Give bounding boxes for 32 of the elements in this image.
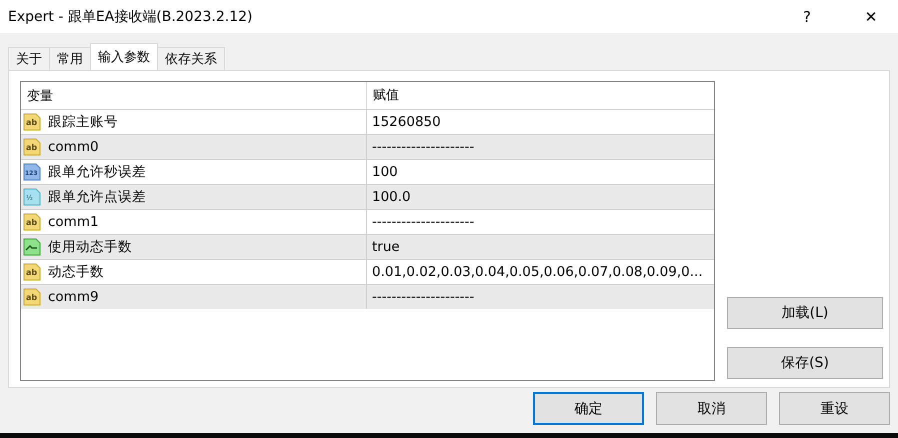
parameter-value: --------------------- [372, 139, 474, 155]
text-type-icon: ab [23, 263, 41, 281]
dialog-button[interactable]: 取消 [656, 392, 767, 425]
dialog-button[interactable]: 重设 [779, 392, 890, 425]
parameter-name: comm0 [48, 139, 99, 155]
text-type-icon: ab [23, 113, 41, 131]
tab[interactable]: 输入参数 [90, 43, 158, 70]
parameter-name: 跟单允许点误差 [48, 188, 146, 206]
tab[interactable]: 关于 [8, 47, 50, 70]
text-type-icon: ab [23, 213, 41, 231]
text-type-icon: ab [23, 138, 41, 156]
side-button[interactable]: 保存(S) [727, 347, 883, 379]
parameter-value: 100 [372, 164, 398, 180]
column-header: 变量 [26, 88, 54, 104]
toggle-icon [23, 238, 41, 256]
parameter-value: --------------------- [372, 214, 474, 230]
parameter-name: 跟单允许秒误差 [48, 163, 146, 181]
parameter-value: 0.01,0.02,0.03,0.04,0.05,0.06,0.07,0.08,0.09,0... [372, 264, 703, 280]
parameter-name: 跟踪主账号 [48, 113, 118, 131]
parameter-value: true [372, 239, 400, 255]
side-button[interactable]: 加载(L) [727, 297, 883, 329]
parameter-name: comm9 [48, 289, 99, 305]
text-type-icon: ab [23, 288, 41, 306]
parameter-name: 动态手数 [48, 263, 104, 281]
parameter-value: 15260850 [372, 114, 441, 130]
parameter-value: 100.0 [372, 189, 411, 205]
parameter-name: comm1 [48, 214, 99, 230]
parameter-name: 使用动态手数 [48, 238, 132, 256]
parameter-value: --------------------- [372, 289, 474, 305]
tab[interactable]: 依存关系 [157, 47, 225, 70]
dialog-button[interactable]: 确定 [533, 392, 644, 425]
window-title: Expert - 跟单EA接收端(B.2023.2.12) [7, 8, 254, 26]
